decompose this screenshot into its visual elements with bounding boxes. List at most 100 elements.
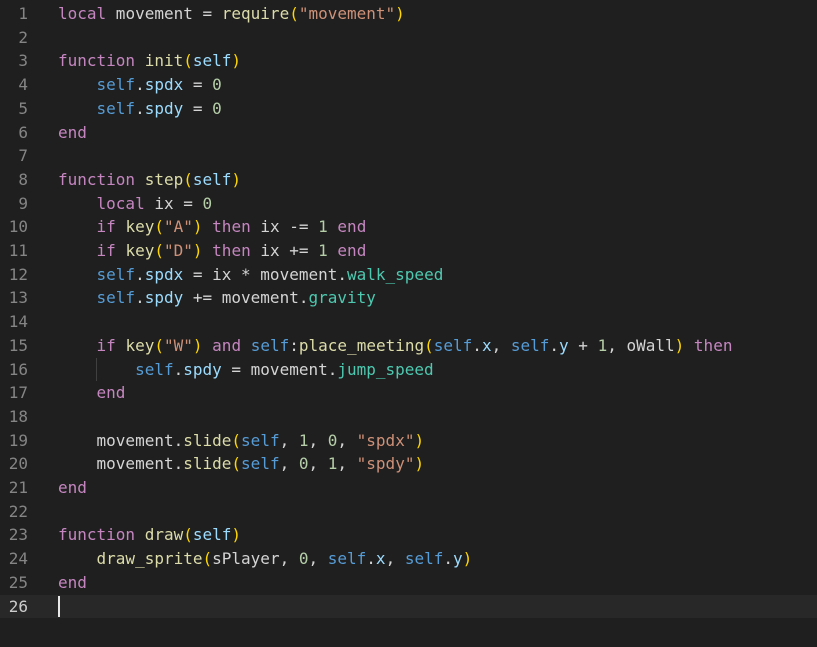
code-token: "D" [163, 241, 193, 260]
code-line[interactable]: 18 [0, 405, 817, 429]
code-token: then [212, 217, 251, 237]
code-token: ( [424, 335, 434, 355]
code-line[interactable]: 3 function init(self) [0, 49, 817, 73]
line-number: 18 [8, 406, 28, 426]
code-line[interactable]: 23 function draw(self) [0, 523, 817, 547]
code-text: function init(self) [58, 49, 241, 73]
line-number: 8 [18, 169, 28, 189]
code-line[interactable]: 9 local ix = 0 [0, 192, 817, 216]
line-number: 13 [8, 288, 28, 308]
code-line[interactable]: 20 movement.slide(self, 0, 1, "spdy") [0, 452, 817, 476]
code-token: ( [154, 241, 164, 260]
code-token: , [279, 454, 299, 474]
line-number: 5 [18, 98, 28, 118]
code-token: ) [192, 217, 203, 237]
code-token: . [135, 75, 145, 95]
code-token: . [135, 98, 145, 118]
code-line[interactable]: 2 [0, 26, 817, 50]
code-token: "movement" [298, 4, 396, 23]
code-line[interactable]: 12 self.spdx = ix * movement.walk_speed [0, 263, 817, 287]
code-line[interactable]: 4 self.spdx = 0 [0, 73, 817, 97]
code-line[interactable]: 7 [0, 144, 817, 168]
line-number: 19 [8, 430, 28, 450]
code-line[interactable]: 14 [0, 310, 817, 334]
code-line[interactable]: 22 [0, 500, 817, 524]
code-token: self [192, 169, 232, 189]
code-token: . [472, 335, 482, 355]
code-token: , [337, 454, 357, 474]
code-line[interactable]: 1 local movement = require("movement") [0, 2, 817, 26]
indent-guide [96, 357, 97, 382]
code-line[interactable]: 26 [0, 594, 817, 619]
code-token: self [96, 98, 136, 118]
code-text: function step(self) [58, 168, 241, 192]
line-number: 7 [18, 146, 28, 166]
code-token: then [693, 335, 733, 355]
code-token: jump_speed [337, 359, 434, 379]
code-token: spdy [144, 98, 184, 118]
code-text: end [58, 571, 87, 595]
code-token: ) [462, 549, 473, 569]
code-token: slide [183, 454, 232, 474]
code-line[interactable]: 11 if key("D") then ix += 1 end [0, 239, 817, 263]
code-token: ( [154, 335, 164, 355]
code-text: self.spdy += movement.gravity [58, 286, 376, 310]
code-token: . [135, 288, 145, 308]
code-text: function draw(self) [58, 523, 241, 547]
code-line[interactable]: 15 if key("W") and self:place_meeting(se… [0, 334, 817, 358]
code-text: end [58, 381, 126, 405]
code-line[interactable]: 21 end [0, 476, 817, 500]
code-text: local movement = require("movement") [58, 2, 405, 26]
code-text: self.spdx = ix * movement.walk_speed [58, 263, 444, 287]
code-token: y [453, 549, 463, 569]
code-token: movement = [106, 4, 222, 23]
code-token: key [125, 217, 155, 237]
code-token: if [96, 335, 116, 355]
code-token: += movement. [183, 288, 309, 308]
code-line[interactable]: 24 draw_sprite(sPlayer, 0, self.x, self.… [0, 547, 817, 571]
code-line[interactable]: 16 self.spdy = movement.jump_speed [0, 358, 817, 382]
line-number: 14 [8, 312, 28, 332]
code-editor[interactable]: 1 local movement = require("movement") 2 3 f… [0, 0, 817, 647]
code-token: place_meeting [298, 335, 425, 355]
code-line[interactable]: 25 end [0, 571, 817, 595]
code-text: end [58, 121, 87, 145]
code-line[interactable]: 6 end [0, 121, 817, 145]
code-token: end [58, 478, 87, 497]
line-number: 2 [18, 27, 28, 47]
code-token: ) [231, 169, 242, 189]
code-line[interactable]: 17 end [0, 381, 817, 405]
code-token: ) [192, 241, 203, 260]
code-token: 1 [597, 335, 608, 355]
code-token: . [135, 264, 145, 284]
code-token: ( [289, 4, 299, 23]
code-token: . [549, 335, 560, 355]
code-token: = [183, 75, 213, 95]
code-line[interactable]: 10 if key("A") then ix -= 1 end [0, 215, 817, 239]
code-token: self [433, 335, 473, 355]
code-token: ( [231, 430, 242, 450]
code-token: 0 [212, 75, 222, 95]
code-token: walk_speed [347, 264, 444, 284]
line-number: 26 [8, 596, 28, 616]
code-token: end [58, 572, 87, 592]
code-line[interactable]: 19 movement.slide(self, 1, 0, "spdx") [0, 429, 817, 453]
code-line[interactable]: 13 self.spdy += movement.gravity [0, 286, 817, 310]
code-token: self [192, 51, 232, 71]
code-token: sPlayer, [212, 549, 299, 569]
code-token: self [135, 359, 174, 379]
code-line[interactable]: 5 self.spdy = 0 [0, 97, 817, 121]
line-number: 20 [8, 454, 28, 474]
code-text: if key("D") then ix += 1 end [58, 239, 367, 263]
code-line[interactable]: 8 function step(self) [0, 168, 817, 192]
code-token: ) [395, 4, 405, 23]
